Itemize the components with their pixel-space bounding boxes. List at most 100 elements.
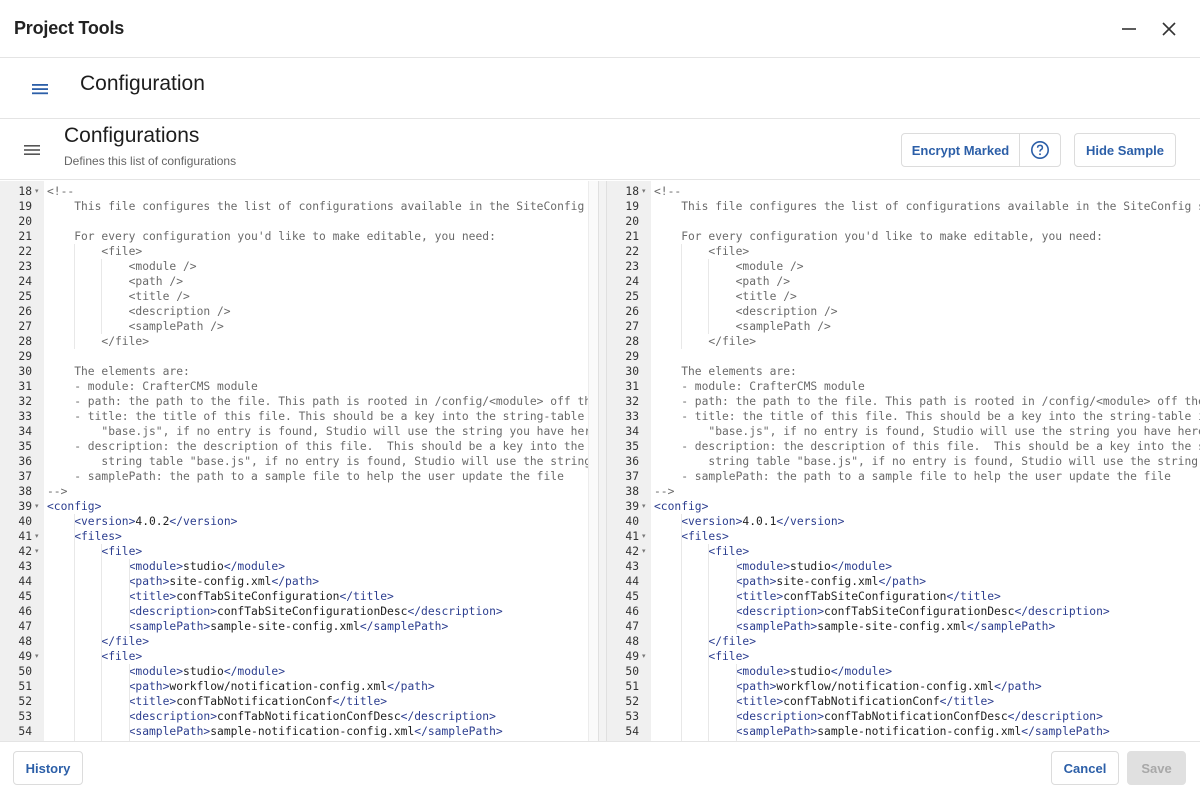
close-tag: </samplePath> — [414, 725, 503, 738]
encrypt-marked-button[interactable]: Encrypt Marked — [902, 134, 1020, 166]
open-tag: <path> — [735, 575, 777, 588]
fold-toggle-icon[interactable]: ▾ — [642, 649, 646, 664]
code-line: <config> — [44, 499, 598, 514]
code-line: <module /> — [651, 259, 1200, 274]
code-line: <description>confTabSiteConfigurationDes… — [44, 604, 598, 619]
open-tag: <description> — [128, 605, 218, 618]
indent-guide — [681, 244, 683, 349]
close-tag: </version> — [776, 515, 845, 528]
code-line: <files> — [44, 529, 598, 544]
line-number: 47 — [625, 620, 639, 633]
tag-value: studio — [790, 665, 831, 678]
close-tag: </module> — [223, 560, 286, 573]
code-line: <description /> — [44, 304, 598, 319]
code-line: The elements are: — [651, 364, 1200, 379]
line-number: 34 — [18, 425, 32, 438]
line-number: 46 — [18, 605, 32, 618]
close-button[interactable] — [1156, 16, 1182, 42]
close-tag: </samplePath> — [1021, 725, 1110, 738]
line-number: 33 — [625, 410, 639, 423]
fold-toggle-icon[interactable]: ▾ — [35, 544, 39, 559]
config-list-toggle-button[interactable] — [20, 140, 44, 160]
cancel-button[interactable]: Cancel — [1051, 751, 1119, 785]
open-tag: <version> — [681, 515, 743, 528]
close-tag: </module> — [830, 560, 893, 573]
history-button[interactable]: History — [13, 751, 83, 785]
close-tag: </title> — [339, 590, 394, 603]
comment-text: "base.js", if no entry is found, Studio … — [74, 425, 598, 438]
split-divider[interactable] — [598, 181, 607, 741]
open-tag: <file> — [708, 650, 750, 663]
code-line: "base.js", if no entry is found, Studio … — [651, 424, 1200, 439]
fold-toggle-icon[interactable]: ▾ — [35, 184, 39, 199]
open-tag: <module> — [128, 560, 184, 573]
open-tag: <samplePath> — [128, 620, 211, 633]
tag-value: confTabNotificationConfDesc — [824, 710, 1008, 723]
line-number: 20 — [625, 215, 639, 228]
comment-text: <path /> — [128, 275, 184, 288]
comment-text: - samplePath: the path to a sample file … — [74, 470, 564, 483]
comment-text: <file> — [708, 245, 750, 258]
line-number: 48 — [625, 635, 639, 648]
vertical-scrollbar[interactable] — [588, 181, 598, 741]
minimize-button[interactable] — [1116, 16, 1142, 42]
code-line: "base.js", if no entry is found, Studio … — [44, 424, 598, 439]
line-number: 51 — [18, 680, 32, 693]
title-bar: Project Tools — [0, 0, 1200, 58]
line-number: 24 — [625, 275, 639, 288]
tag-value: confTabNotificationConf — [176, 695, 333, 708]
fold-toggle-icon[interactable]: ▾ — [642, 184, 646, 199]
comment-text: - title: the title of this file. This sh… — [74, 410, 598, 423]
fold-toggle-icon[interactable]: ▾ — [642, 499, 646, 514]
fold-toggle-icon[interactable]: ▾ — [642, 529, 646, 544]
line-number: 49 — [625, 650, 639, 663]
line-number: 53 — [625, 710, 639, 723]
fold-toggle-icon[interactable]: ▾ — [642, 544, 646, 559]
code-line: This file configures the list of configu… — [651, 199, 1200, 214]
comment-text: - description: the description of this f… — [681, 440, 1200, 453]
code-editor-current[interactable]: <!-- This file configures the list of con… — [0, 181, 598, 741]
fold-toggle-icon[interactable]: ▾ — [35, 529, 39, 544]
code-line: For every configuration you'd like to ma… — [651, 229, 1200, 244]
comment-text: This file configures the list of configu… — [681, 200, 1200, 213]
line-number: 29 — [18, 350, 32, 363]
diff-editors: <!-- This file configures the list of con… — [0, 181, 1200, 741]
sidebar-toggle-button[interactable] — [28, 79, 52, 99]
line-number: 26 — [625, 305, 639, 318]
line-number: 36 — [18, 455, 32, 468]
fold-toggle-icon[interactable]: ▾ — [35, 649, 39, 664]
code-area[interactable]: <!-- This file configures the list of con… — [651, 181, 1200, 741]
close-tag: </module> — [830, 665, 893, 678]
line-number: 44 — [625, 575, 639, 588]
tag-value: studio — [183, 665, 224, 678]
indent-guide — [74, 244, 76, 349]
comment-text: <!-- — [654, 185, 682, 198]
hide-sample-button[interactable]: Hide Sample — [1074, 133, 1176, 167]
close-tag: </description> — [1007, 710, 1103, 723]
code-line: <title>confTabNotificationConf</title> — [44, 694, 598, 709]
code-line: --> — [651, 484, 1200, 499]
code-line: For every configuration you'd like to ma… — [44, 229, 598, 244]
line-number: 39 — [18, 500, 32, 513]
code-editor-sample[interactable]: <!-- This file configures the list of con… — [607, 181, 1200, 741]
open-tag: <file> — [708, 545, 750, 558]
comment-text: --> — [654, 485, 675, 498]
comment-text: - path: the path to the file. This path … — [681, 395, 1200, 408]
open-tag: <samplePath> — [735, 620, 818, 633]
open-tag: <description> — [735, 605, 825, 618]
close-tag: </title> — [946, 590, 1001, 603]
comment-text: For every configuration you'd like to ma… — [681, 230, 1103, 243]
close-tag: </description> — [400, 710, 496, 723]
code-area[interactable]: <!-- This file configures the list of con… — [44, 181, 598, 741]
code-line: <path>site-config.xml</path> — [44, 574, 598, 589]
line-number: 49 — [18, 650, 32, 663]
code-line: This file configures the list of configu… — [44, 199, 598, 214]
close-tag: </path> — [994, 680, 1042, 693]
encrypt-help-button[interactable] — [1020, 134, 1060, 166]
fold-toggle-icon[interactable]: ▾ — [35, 499, 39, 514]
tag-value: studio — [790, 560, 831, 573]
tag-value: confTabSiteConfiguration — [176, 590, 340, 603]
hamburger-menu-icon — [32, 84, 48, 95]
comment-text: - description: the description of this f… — [74, 440, 598, 453]
